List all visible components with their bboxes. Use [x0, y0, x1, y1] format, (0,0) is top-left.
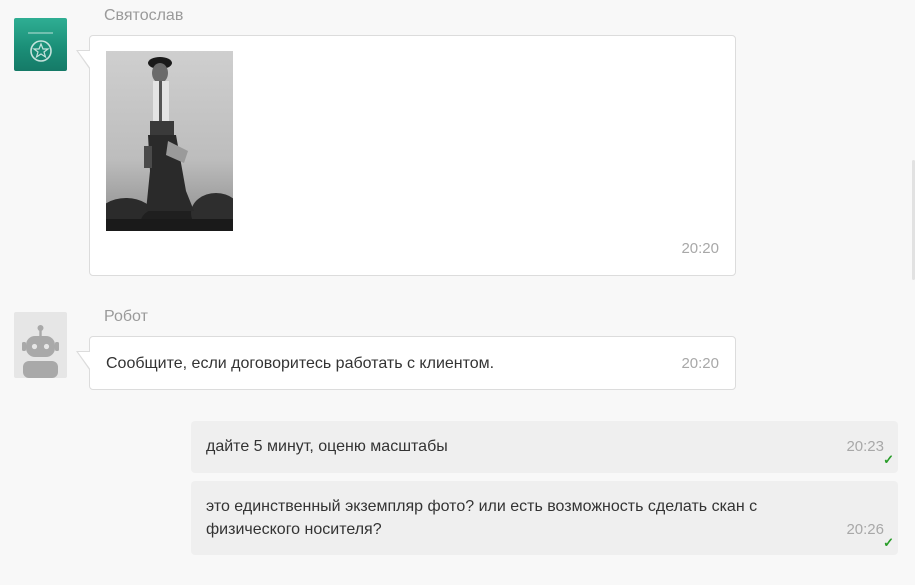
message-time: 20:20	[681, 240, 719, 257]
message-time: 20:26	[846, 521, 884, 538]
sender-name: Робот	[104, 308, 148, 325]
outgoing-message-bubble: дайте 5 минут, оценю масштабы 20:23 ✓	[191, 421, 898, 473]
outgoing-message-bubble: это единственный экземпляр фото? или ест…	[191, 481, 898, 555]
message-bubble-text: Сообщите, если договоритесь работать с к…	[76, 336, 736, 390]
check-icon: ✓	[883, 535, 894, 550]
message-text: дайте 5 минут, оценю масштабы	[206, 438, 448, 455]
avatar-svyatoslav[interactable]	[14, 18, 67, 71]
message-time: 20:20	[681, 355, 719, 372]
message-text: Сообщите, если договоритесь работать с к…	[106, 355, 495, 372]
check-icon: ✓	[883, 452, 894, 467]
robot-icon	[22, 325, 59, 378]
message-bubble-image: 20:20	[76, 35, 736, 276]
photo-image-icon	[106, 51, 233, 231]
message-text-line-2: физического носителя?	[206, 521, 382, 538]
avatar-robot[interactable]	[14, 312, 67, 378]
avatar-emblem-icon	[28, 32, 53, 62]
message-time: 20:23	[846, 438, 884, 455]
message-photo[interactable]	[106, 51, 233, 231]
message-text-line-1: это единственный экземпляр фото? или ест…	[206, 498, 758, 515]
sender-name: Святослав	[104, 7, 184, 24]
